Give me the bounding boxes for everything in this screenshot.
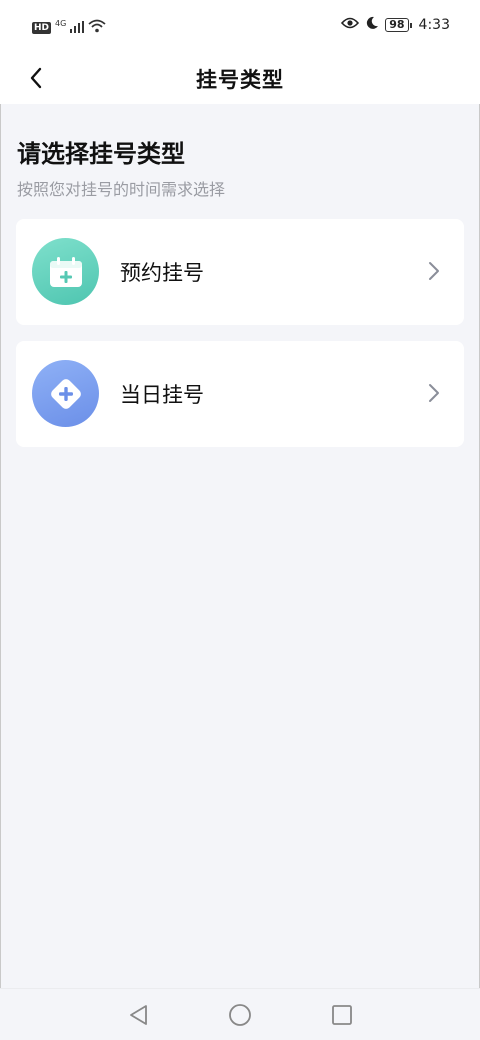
calendar-plus-icon [32, 238, 99, 305]
chevron-right-icon [429, 384, 439, 402]
square-recents-icon [332, 1005, 352, 1025]
battery-indicator: 98 [385, 18, 412, 32]
page-title: 挂号类型 [196, 68, 284, 92]
system-back-button[interactable] [124, 1001, 152, 1029]
navigation-bar: 挂号类型 [0, 52, 480, 104]
signal-icon [70, 18, 85, 37]
section-subtitle: 按照您对挂号的时间需求选择 [17, 180, 226, 199]
system-navigation-bar [0, 988, 480, 1040]
option-label: 预约挂号 [120, 261, 204, 285]
chevron-right-icon [429, 262, 439, 280]
wifi-icon [88, 18, 106, 37]
same-day-registration-card[interactable]: 当日挂号 [16, 341, 464, 447]
diamond-plus-icon [32, 360, 99, 427]
status-left: HD 4G [32, 18, 106, 37]
triangle-back-icon [130, 1005, 147, 1025]
eye-icon [341, 17, 360, 33]
system-home-button[interactable] [226, 1001, 254, 1029]
section-heading: 请选择挂号类型 [17, 140, 185, 168]
clock: 4:33 [418, 17, 450, 33]
status-bar: HD 4G 98 4:33 [0, 0, 480, 52]
system-recents-button[interactable] [328, 1001, 356, 1029]
network-type-label: 4G [55, 18, 67, 28]
appointment-registration-card[interactable]: 预约挂号 [16, 219, 464, 325]
circle-home-icon [229, 1004, 251, 1026]
moon-icon [365, 16, 379, 34]
option-label: 当日挂号 [120, 383, 204, 407]
hd-badge: HD [32, 21, 52, 34]
status-right: 98 4:33 [341, 16, 450, 34]
